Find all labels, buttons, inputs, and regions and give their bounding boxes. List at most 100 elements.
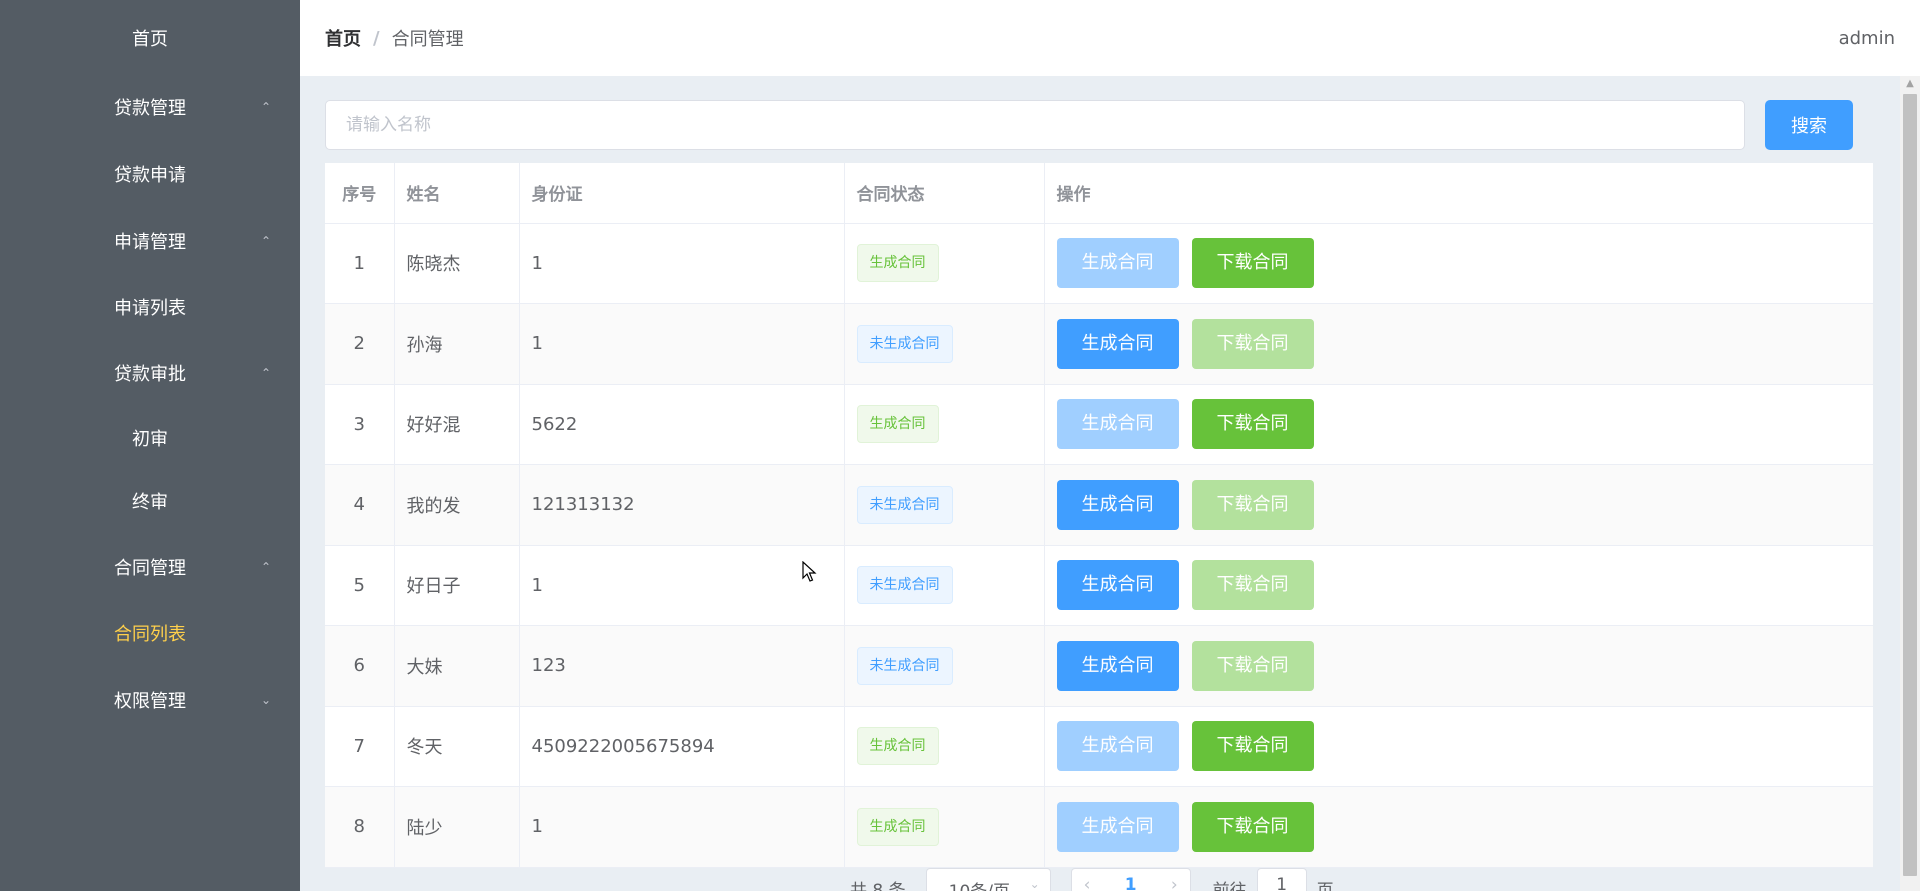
cell-status: 未生成合同 (844, 625, 1045, 707)
goto-label: 前往 (1212, 881, 1247, 891)
sidebar-item-label: 合同列表 (114, 624, 186, 645)
cell-index: 4 (325, 464, 395, 546)
generate-contract-button[interactable]: 生成合同 (1056, 479, 1179, 530)
cell-status: 生成合同 (844, 384, 1045, 465)
cell-id-card: 5622 (519, 384, 845, 465)
sidebar: 首页 贷款管理 ⌃ 贷款申请 申请管理 ⌃ 申请列表 贷款审批 ⌃ 初审 终审 合同管理 ⌃ 合同列表 权限… (0, 0, 300, 891)
sidebar-item[interactable]: 合同列表 (0, 600, 300, 666)
chevron-down-icon: ⌄ (1029, 877, 1040, 891)
current-page[interactable]: 1 (1125, 875, 1137, 891)
download-contract-button[interactable]: 下载合同 (1191, 479, 1314, 530)
sidebar-item-label: 初审 (132, 429, 168, 450)
prev-page-icon[interactable]: ‹ (1084, 875, 1091, 891)
download-contract-button[interactable]: 下载合同 (1191, 640, 1314, 691)
cell-status: 生成合同 (844, 706, 1045, 787)
sidebar-item[interactable]: 首页 (0, 5, 300, 71)
generate-contract-button[interactable]: 生成合同 (1056, 399, 1179, 450)
cell-actions: 生成合同 下载合同 (1044, 545, 1873, 626)
status-badge: 生成合同 (856, 244, 939, 283)
download-contract-button[interactable]: 下载合同 (1191, 801, 1314, 852)
sidebar-item[interactable]: 贷款申请 (0, 141, 300, 207)
scroll-up-arrow-icon[interactable]: ▲ (1900, 78, 1920, 92)
cell-id-card: 123 (519, 625, 845, 707)
cell-index: 7 (325, 706, 395, 787)
pagination-total: 共 8 条 (850, 881, 906, 891)
header: 首页 / 合同管理 admin (300, 0, 1920, 76)
cell-status: 生成合同 (844, 786, 1045, 868)
sidebar-item-label: 贷款申请 (114, 165, 186, 186)
status-badge: 生成合同 (856, 727, 939, 766)
pager: ‹ 1 › (1070, 868, 1191, 891)
status-badge: 未生成合同 (856, 566, 953, 605)
cell-name: 大妹 (394, 625, 520, 707)
sidebar-item-label: 合同管理 (114, 558, 186, 579)
chevron-up-icon: ⌃ (260, 560, 272, 574)
column-header-actions: 操作 (1044, 163, 1873, 224)
download-contract-button[interactable]: 下载合同 (1191, 560, 1314, 611)
sidebar-item[interactable]: 贷款管理 ⌃ (0, 74, 300, 140)
next-page-icon[interactable]: › (1171, 875, 1178, 891)
sidebar-item[interactable]: 权限管理 ⌄ (0, 667, 300, 733)
pagination: 共 8 条 10条/页 ⌄ ‹ 1 › 前往 1 页 (850, 868, 1334, 891)
search-button[interactable]: 搜索 (1765, 100, 1853, 150)
user-name[interactable]: admin (1839, 0, 1895, 76)
sidebar-item[interactable]: 终审 (0, 468, 300, 534)
breadcrumb-current: 合同管理 (391, 29, 464, 50)
generate-contract-button[interactable]: 生成合同 (1056, 238, 1179, 289)
column-header-name: 姓名 (394, 163, 520, 224)
table-row: 6 大妹 123 未生成合同 生成合同 下载合同 (325, 625, 1873, 707)
table-row: 2 孙海 1 未生成合同 生成合同 下载合同 (325, 303, 1873, 385)
cell-id-card: 1 (519, 303, 845, 385)
cell-id-card: 121313132 (519, 464, 845, 546)
cell-name: 陈晓杰 (394, 223, 520, 304)
sidebar-item[interactable]: 申请管理 ⌃ (0, 208, 300, 274)
generate-contract-button[interactable]: 生成合同 (1056, 801, 1179, 852)
cell-actions: 生成合同 下载合同 (1044, 625, 1873, 707)
page-size-select[interactable]: 10条/页 ⌄ (925, 868, 1051, 891)
mouse-cursor-icon (802, 561, 817, 582)
cell-index: 8 (325, 786, 395, 868)
cell-name: 好好混 (394, 384, 520, 465)
cell-id-card: 1 (519, 786, 845, 868)
column-header-status: 合同状态 (844, 163, 1045, 224)
table-row: 3 好好混 5622 生成合同 生成合同 下载合同 (325, 384, 1873, 465)
vertical-scrollbar[interactable]: ▲ (1900, 76, 1920, 891)
breadcrumb-separator: / (373, 27, 380, 49)
cell-index: 3 (325, 384, 395, 465)
cell-status: 未生成合同 (844, 545, 1045, 626)
cell-name: 孙海 (394, 303, 520, 385)
cell-status: 生成合同 (844, 223, 1045, 304)
generate-contract-button[interactable]: 生成合同 (1056, 721, 1179, 772)
download-contract-button[interactable]: 下载合同 (1191, 238, 1314, 289)
status-badge: 未生成合同 (856, 646, 953, 685)
status-badge: 生成合同 (856, 405, 939, 444)
generate-contract-button[interactable]: 生成合同 (1056, 640, 1179, 691)
generate-contract-button[interactable]: 生成合同 (1056, 318, 1179, 369)
download-contract-button[interactable]: 下载合同 (1191, 399, 1314, 450)
cell-id-card: 1 (519, 223, 845, 304)
sidebar-item[interactable]: 合同管理 ⌃ (0, 534, 300, 600)
table-row: 5 好日子 1 未生成合同 生成合同 下载合同 (325, 545, 1873, 626)
sidebar-item-label: 申请列表 (114, 298, 186, 319)
generate-contract-button[interactable]: 生成合同 (1056, 560, 1179, 611)
chevron-down-icon: ⌄ (260, 693, 272, 707)
sidebar-item[interactable]: 初审 (0, 405, 300, 471)
download-contract-button[interactable]: 下载合同 (1191, 318, 1314, 369)
sidebar-item[interactable]: 贷款审批 ⌃ (0, 340, 300, 406)
status-badge: 未生成合同 (856, 324, 953, 363)
cell-name: 我的发 (394, 464, 520, 546)
download-contract-button[interactable]: 下载合同 (1191, 721, 1314, 772)
cell-index: 6 (325, 625, 395, 707)
breadcrumb-home[interactable]: 首页 (325, 25, 361, 51)
page-size-value: 10条/页 (949, 882, 1010, 891)
status-badge: 生成合同 (856, 807, 939, 846)
sidebar-item[interactable]: 申请列表 (0, 274, 300, 340)
table-row: 4 我的发 121313132 未生成合同 生成合同 下载合同 (325, 464, 1873, 546)
scroll-thumb[interactable] (1903, 94, 1917, 876)
goto-input[interactable]: 1 (1256, 868, 1307, 891)
sidebar-item-label: 贷款审批 (114, 364, 186, 385)
cell-status: 未生成合同 (844, 303, 1045, 385)
search-input[interactable] (325, 100, 1745, 150)
column-header-index: 序号 (325, 163, 395, 224)
cell-index: 5 (325, 545, 395, 626)
